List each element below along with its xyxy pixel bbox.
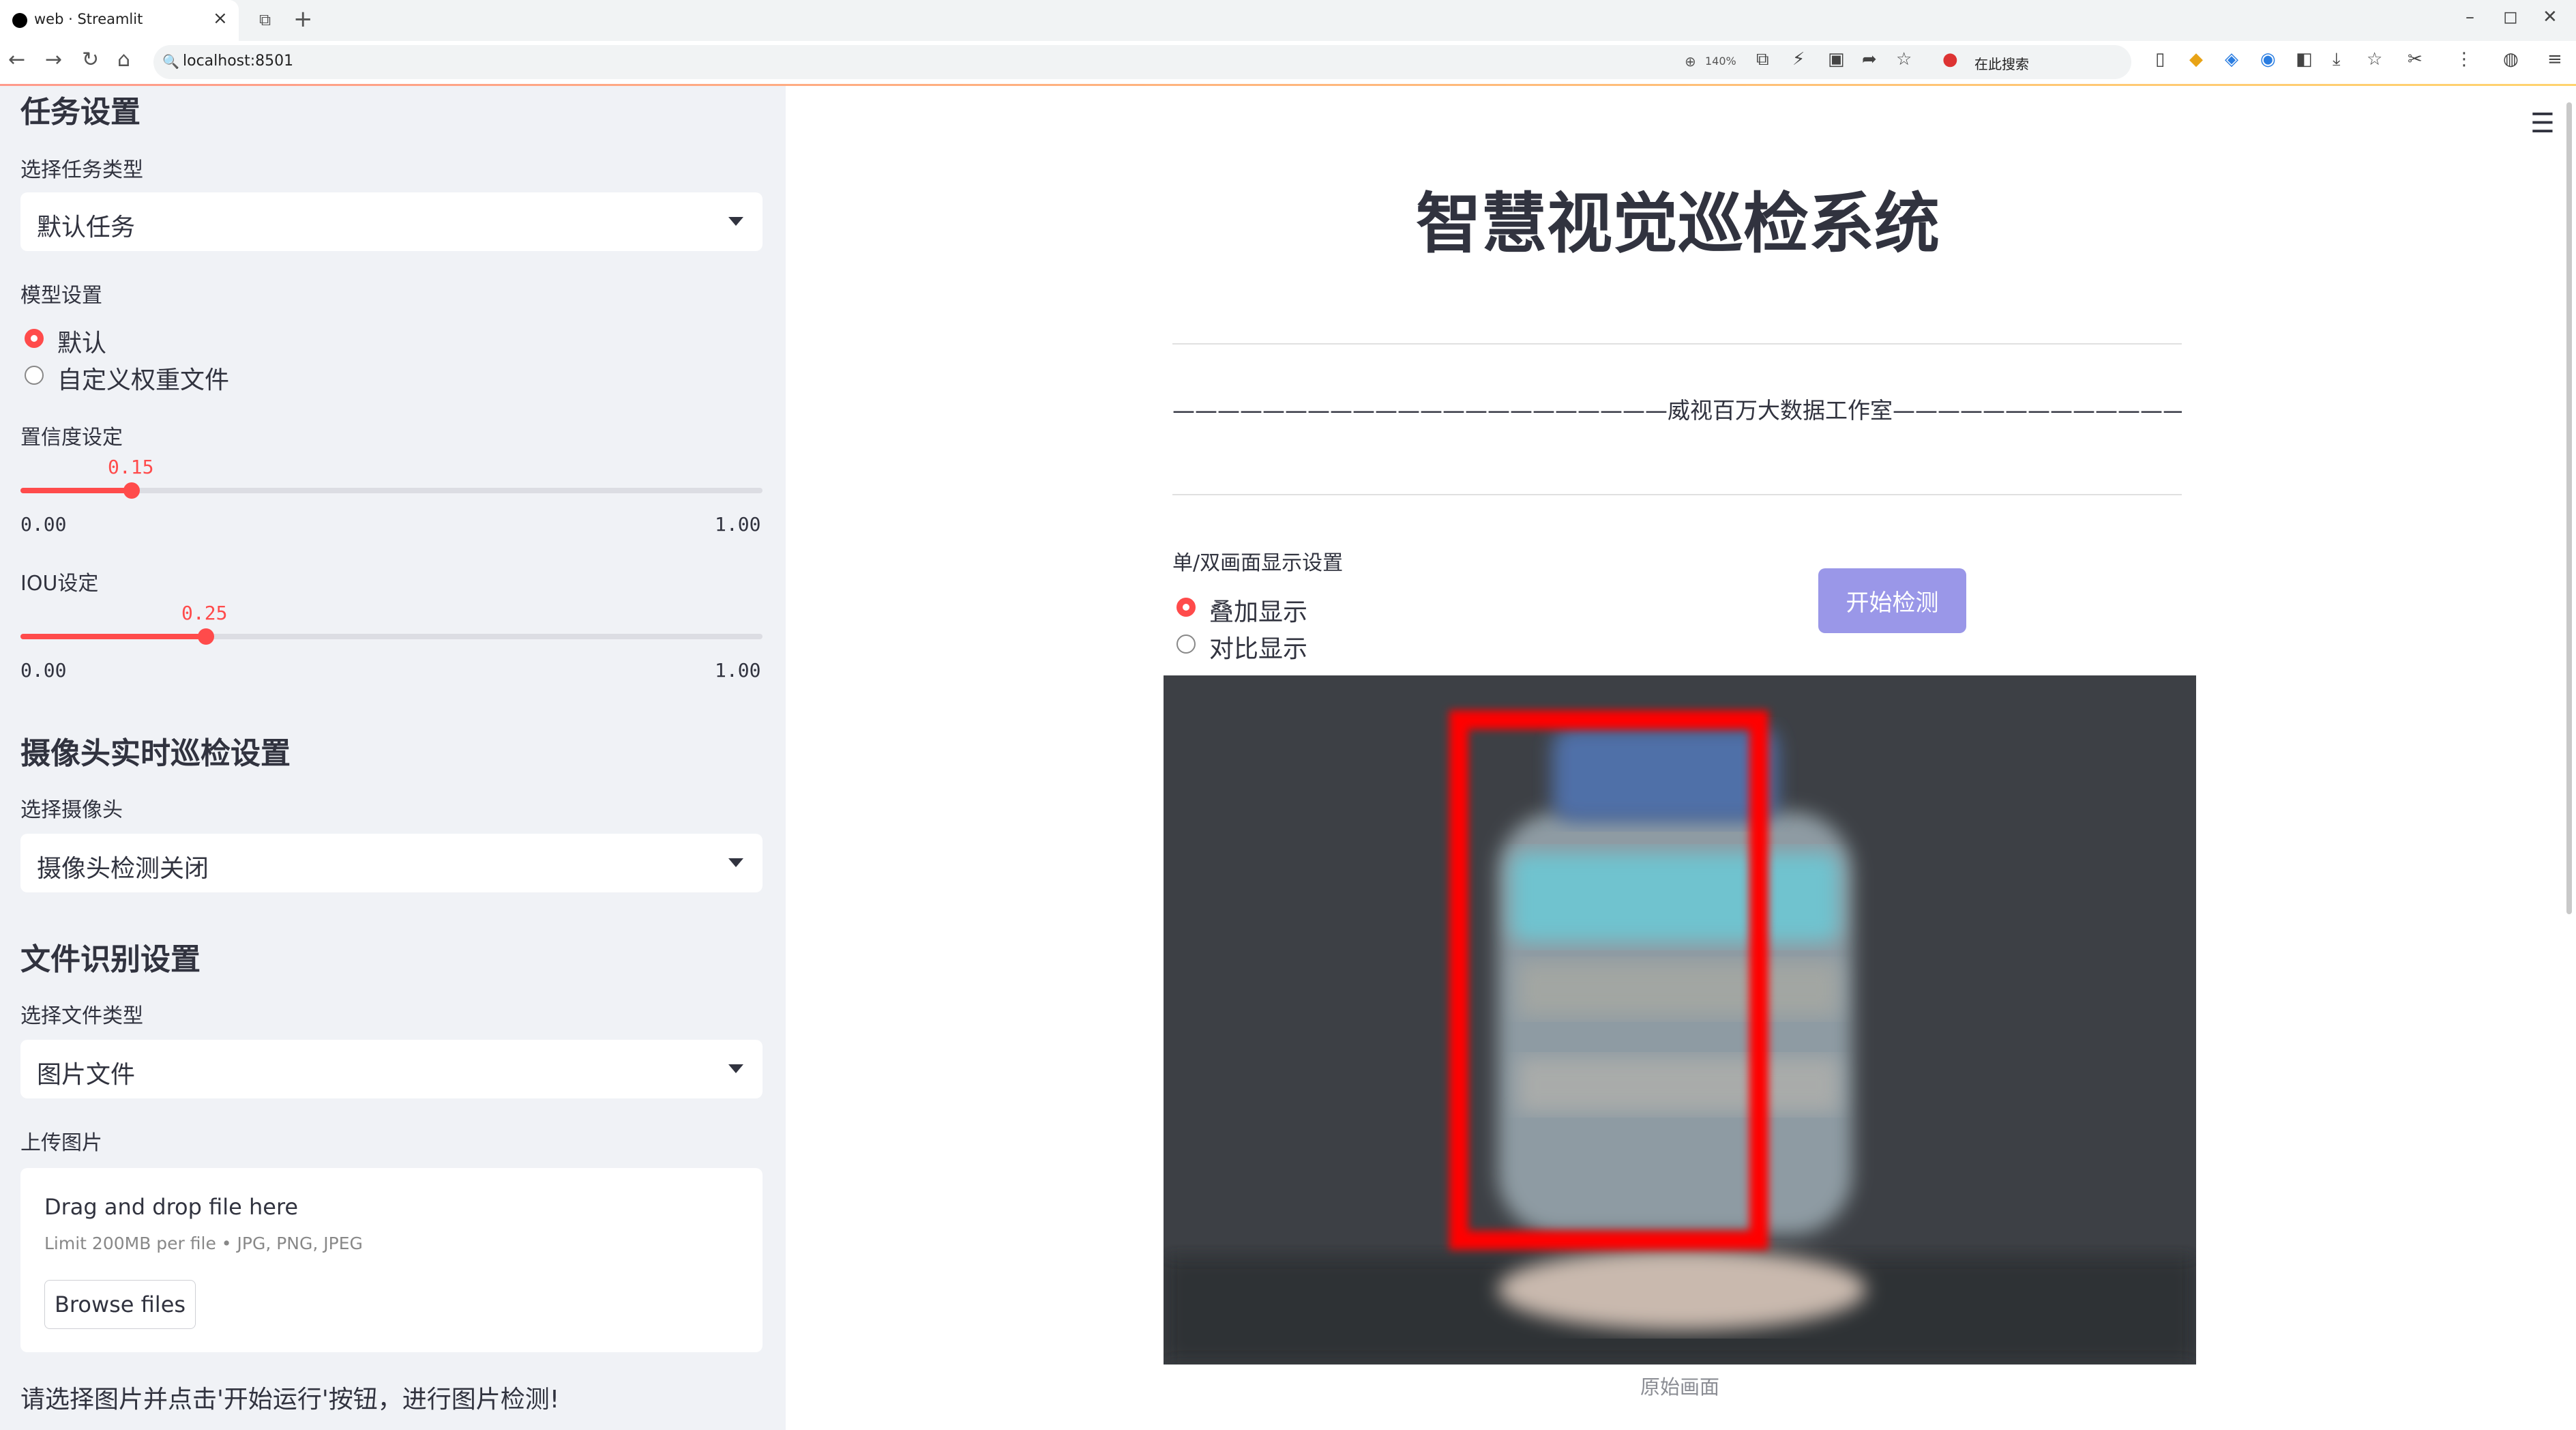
reload-icon[interactable]: ↻ [82,48,99,72]
task-section-title: 任务设置 [20,95,140,130]
tab-group-icon[interactable]: ⧉ [259,10,271,29]
sidebar-hint: 请选择图片并点击'开始运行'按钮，进行图片检测! [20,1386,560,1414]
screenshot-icon[interactable]: ▣ [1828,49,1845,70]
upload-limit-text: Limit 200MB per file • JPG, PNG, JPEG [44,1234,363,1253]
reading-icon[interactable]: ▯ [2155,49,2165,70]
bottle-ridge [1518,962,1839,1017]
task-type-value: 默认任务 [37,214,136,242]
search-engine-icon[interactable]: ● [1942,49,1958,70]
task-type-select[interactable]: 默认任务 [20,192,763,251]
home-icon[interactable]: ⌂ [117,48,130,72]
streamlit-favicon-icon [12,13,27,28]
file-type-select[interactable]: 图片文件 [20,1040,763,1098]
image-caption: 原始画面 [1640,1375,1719,1399]
tab-close-icon[interactable]: × [213,8,228,29]
zoom-icon[interactable]: ⊕ [1685,53,1696,70]
back-icon[interactable]: ← [8,48,25,72]
page-title: 智慧视觉巡检系统 [1416,186,1940,262]
camera-value: 摄像头检测关闭 [37,855,209,883]
chevron-down-icon [728,1064,743,1073]
upload-label: 上传图片 [20,1131,102,1155]
radio-compare-display[interactable] [1176,634,1196,654]
bottle-cap [1552,727,1777,822]
restore-icon[interactable]: ◻ [2503,7,2518,27]
forward-icon[interactable]: → [45,48,62,72]
confidence-max: 1.00 [715,513,761,536]
browser-tab-bar: web · Streamlit × ⧉ + – ◻ ✕ [0,0,2576,41]
tab-title: web · Streamlit [34,11,143,27]
extension-d-icon[interactable]: ◧ [2296,49,2313,70]
zoom-level[interactable]: 140% [1705,55,1736,68]
display-mode-label: 单/双画面显示设置 [1172,551,1344,575]
radio-model-custom-label[interactable]: 自定义权重文件 [57,360,229,396]
bottle-ridge [1518,1057,1839,1112]
browser-tab[interactable]: web · Streamlit × [0,0,239,41]
detection-image [1164,675,2196,1365]
bottle-label [1511,853,1839,942]
camera-section-title: 摄像头实时巡检设置 [20,736,291,771]
divider [1172,343,2182,345]
iou-slider-fill [20,634,206,639]
detection-image-canvas [1164,675,2196,1365]
bolt-icon[interactable]: ⚡ [1792,49,1805,70]
url-text[interactable]: localhost:8501 [183,53,293,70]
favorites-icon[interactable]: ☆ [2367,49,2382,70]
radio-model-default-label[interactable]: 默认 [57,323,106,359]
camera-select[interactable]: 摄像头检测关闭 [20,834,763,892]
iou-slider-thumb[interactable] [198,628,214,645]
confidence-value: 0.15 [108,456,154,478]
more-menu-icon[interactable]: ⋮ [2455,49,2473,70]
close-window-icon[interactable]: ✕ [2543,7,2558,27]
iou-slider-track[interactable] [20,634,763,639]
browse-files-button[interactable]: Browse files [44,1280,196,1329]
file-type-value: 图片文件 [37,1061,136,1089]
iou-max: 1.00 [715,659,761,682]
cut-icon[interactable]: ✂ [2408,49,2423,70]
minimize-icon[interactable]: – [2466,7,2474,27]
new-tab-button[interactable]: + [293,5,313,33]
extension-a-icon[interactable]: ◆ [2189,49,2203,70]
file-uploader-dropzone[interactable]: Drag and drop file here Limit 200MB per … [20,1168,763,1352]
browser-menu-icon[interactable]: ≡ [2547,49,2562,70]
iou-label: IOU设定 [20,572,99,596]
iou-min: 0.00 [20,659,67,682]
confidence-slider-thumb[interactable] [123,482,140,499]
radio-compare-display-label[interactable]: 对比显示 [1209,629,1307,665]
download-icon[interactable]: ⤓ [2333,49,2341,70]
file-section-title: 文件识别设置 [20,942,201,977]
chevron-down-icon [728,858,743,867]
confidence-min: 0.00 [20,513,67,536]
studio-banner: ——————————————————————威视百万大数据工作室————————… [1172,397,2182,424]
radio-overlay-display[interactable] [1176,598,1196,617]
avatar[interactable]: ◍ [2503,49,2519,70]
radio-overlay-display-label[interactable]: 叠加显示 [1209,592,1307,628]
translate-icon[interactable]: ⧉ [1756,49,1769,70]
search-box[interactable]: 在此搜索 [1974,53,2029,73]
chevron-down-icon [728,217,743,226]
bottle-base [1498,1249,1866,1330]
radio-model-default[interactable] [25,329,44,348]
search-icon: 🔍 [162,53,179,70]
confidence-label: 置信度设定 [20,426,123,450]
hamburger-menu-icon[interactable]: ☰ [2530,108,2555,139]
extension-c-icon[interactable]: ◉ [2260,49,2276,70]
bookmark-star-icon[interactable]: ☆ [1896,49,1912,70]
drop-title: Drag and drop file here [44,1194,299,1220]
share-icon[interactable]: ➦ [1862,49,1877,70]
confidence-slider-fill [20,488,132,493]
scrollbar[interactable] [2566,102,2572,914]
iou-value: 0.25 [181,602,228,624]
camera-label: 选择摄像头 [20,798,123,822]
extension-b-icon[interactable]: ◈ [2225,49,2238,70]
start-detection-button[interactable]: 开始检测 [1818,568,1966,633]
task-type-label: 选择任务类型 [20,158,143,182]
radio-model-custom[interactable] [25,366,44,385]
file-type-label: 选择文件类型 [20,1004,143,1028]
divider [1172,494,2182,495]
model-label: 模型设置 [20,284,102,308]
